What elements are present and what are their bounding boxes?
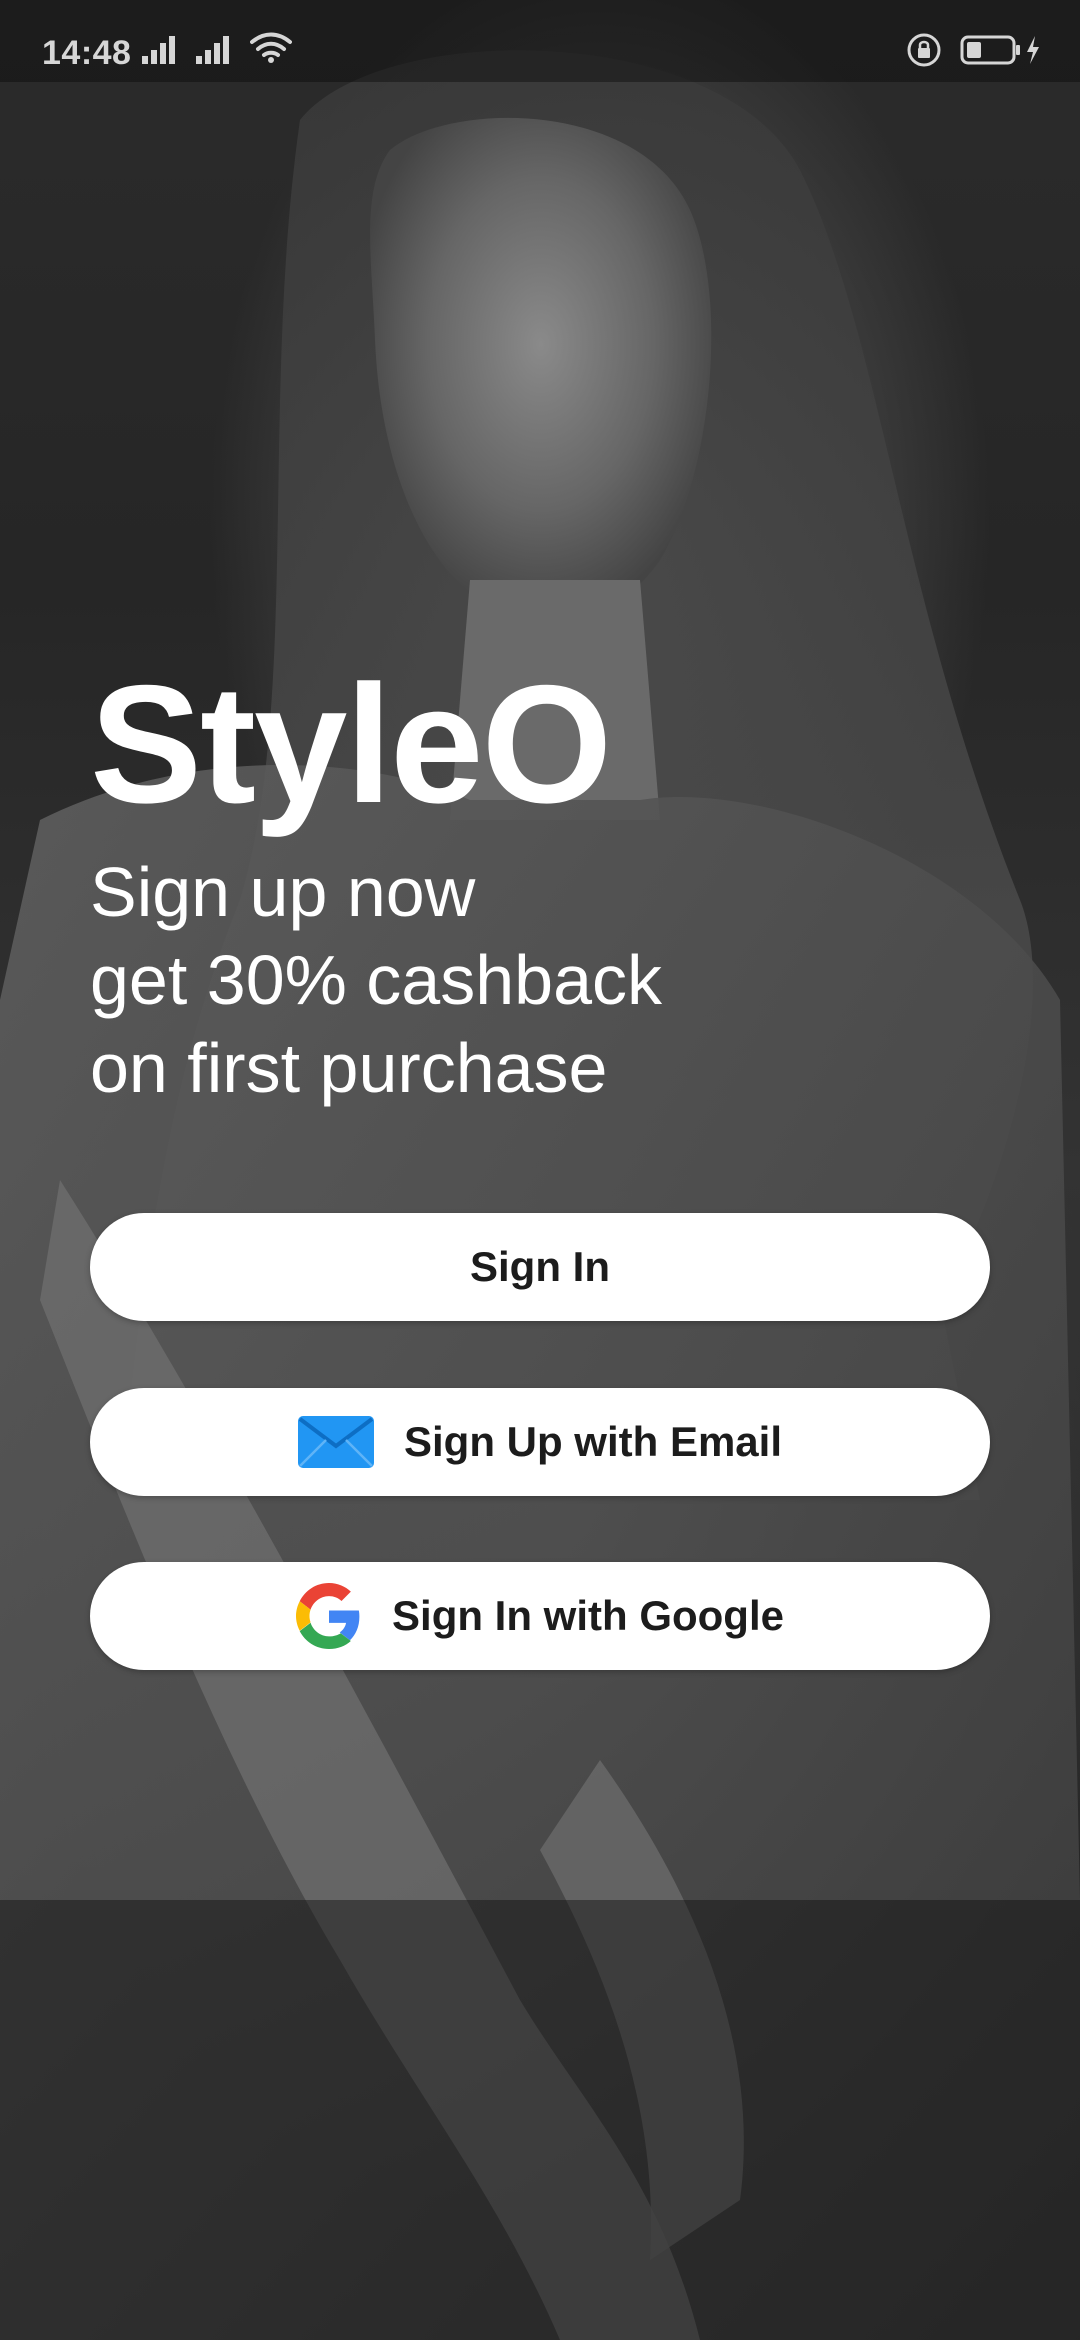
battery-group (960, 34, 1040, 66)
welcome-screen: 14:48 StyleO Sign up now get 30% cashbac… (0, 0, 1080, 2340)
tagline: Sign up now get 30% cashback on first pu… (90, 848, 990, 1112)
wifi-icon (250, 32, 292, 63)
app-title: StyleO (90, 650, 612, 838)
rotation-lock-icon (907, 33, 941, 67)
status-bar: 14:48 (0, 0, 1080, 82)
tagline-line: Sign up now (90, 853, 476, 931)
sign-up-email-label: Sign Up with Email (403, 1418, 783, 1465)
tagline-line: get 30% cashback (90, 941, 663, 1019)
status-time: 14:48 (42, 34, 132, 72)
sign-in-google-button[interactable]: Sign In with Google (90, 1562, 990, 1670)
signal-icon (142, 36, 175, 64)
sign-in-label: Sign In (470, 1243, 610, 1290)
signal-icon (196, 36, 229, 64)
charging-icon (1027, 36, 1039, 64)
status-icons-right (906, 32, 1040, 68)
background-photo (0, 50, 1080, 2340)
hero-section: StyleO Sign up now get 30% cashback on f… (90, 660, 990, 1112)
sign-up-email-button[interactable]: Sign Up with Email (90, 1388, 990, 1496)
sign-in-button[interactable]: Sign In (90, 1213, 990, 1321)
tagline-line: on first purchase (90, 1029, 608, 1107)
status-icons-left (142, 32, 292, 64)
sign-in-google-label: Sign In with Google (392, 1592, 784, 1639)
battery-icon (960, 35, 1020, 65)
google-icon (296, 1583, 362, 1649)
email-icon (297, 1416, 374, 1468)
